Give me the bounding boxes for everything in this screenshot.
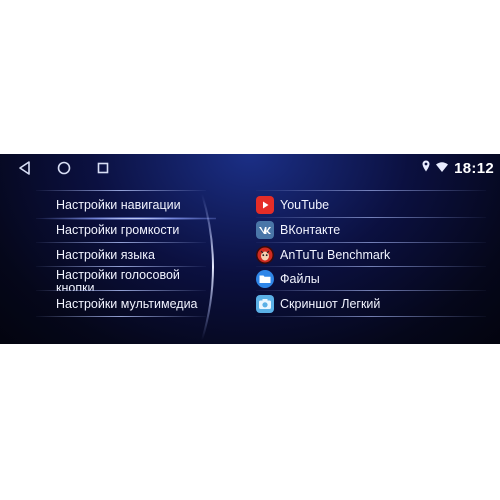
app-list: YouTube ВКонтакте AnTuTu Benchmark Файлы [240, 182, 500, 344]
panel-divider-arc [196, 192, 226, 342]
menu-item-volume-settings[interactable]: Настройки громкости [36, 218, 216, 242]
menu-item-multimedia-settings[interactable]: Настройки мультимедиа [36, 292, 216, 316]
app-item-youtube[interactable]: YouTube [256, 193, 486, 217]
menu-item-language-settings[interactable]: Настройки языка [36, 243, 216, 267]
app-item-files[interactable]: Файлы [256, 267, 486, 291]
menu-divider [36, 290, 206, 291]
back-icon[interactable] [16, 159, 34, 177]
files-icon [256, 270, 274, 288]
antutu-icon [256, 246, 274, 264]
app-item-vk[interactable]: ВКонтакте [256, 218, 486, 242]
menu-item-label: Настройки навигации [56, 197, 181, 212]
menu-item-label: Настройки языка [56, 247, 155, 262]
app-label: ВКонтакте [280, 223, 341, 237]
menu-divider [36, 316, 206, 317]
app-label: Скриншот Легкий [280, 297, 381, 311]
menu-item-label: Настройки голосовой кнопки [56, 268, 180, 292]
app-divider [256, 316, 486, 317]
app-divider [256, 190, 486, 191]
app-item-screenshot[interactable]: Скриншот Легкий [256, 292, 486, 316]
status-indicators: 18:12 [422, 158, 494, 178]
wifi-icon [436, 159, 449, 177]
app-item-antutu[interactable]: AnTuTu Benchmark [256, 243, 486, 267]
home-icon[interactable] [55, 159, 73, 177]
menu-item-label: Настройки громкости [56, 222, 180, 237]
menu-item-voice-button-settings[interactable]: Настройки голосовой кнопки [36, 267, 216, 292]
menu-item-navigation-settings[interactable]: Настройки навигации [36, 193, 216, 217]
recents-icon[interactable] [94, 159, 112, 177]
head-unit-screen: 18:12 Настройки навигации Настройки гром… [0, 154, 500, 344]
youtube-icon [256, 196, 274, 214]
status-bar: 18:12 [0, 154, 500, 182]
app-label: AnTuTu Benchmark [280, 248, 391, 262]
app-divider [256, 290, 486, 291]
status-clock: 18:12 [454, 159, 494, 177]
app-label: Файлы [280, 272, 320, 286]
menu-item-label: Настройки мультимедиа [56, 296, 198, 311]
screenshot-icon [256, 295, 274, 313]
vk-icon [256, 221, 274, 239]
app-label: YouTube [280, 198, 330, 212]
location-icon [422, 159, 430, 177]
menu-divider [36, 190, 206, 191]
